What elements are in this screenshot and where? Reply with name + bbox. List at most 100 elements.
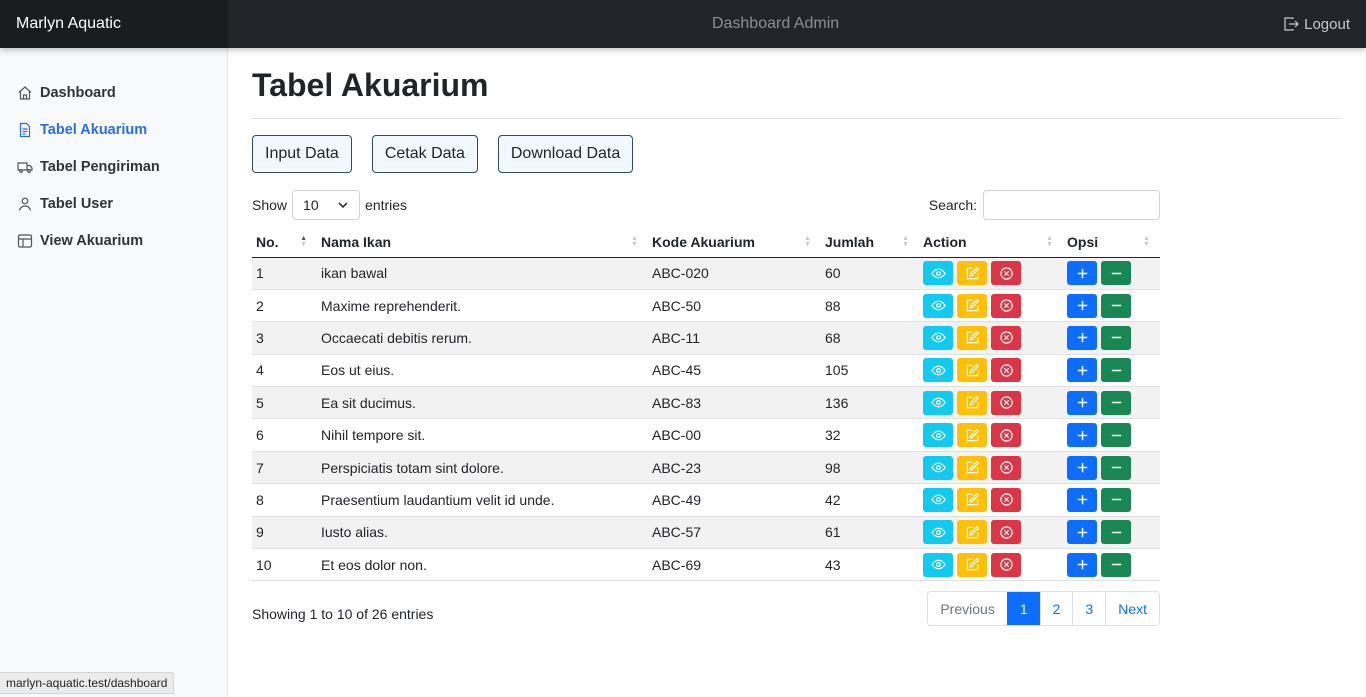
add-stock-button[interactable] xyxy=(1067,358,1097,383)
edit-button[interactable] xyxy=(957,552,987,577)
cetak-data-button[interactable]: Cetak Data xyxy=(371,135,478,173)
column-header-jumlah[interactable]: Jumlah ▲ ▼ xyxy=(821,227,919,258)
view-button[interactable] xyxy=(923,423,953,448)
pagination-previous[interactable]: Previous xyxy=(928,592,1007,626)
page-title: Tabel Akuarium xyxy=(252,67,489,103)
column-header-no[interactable]: No. ▲ ▼ xyxy=(252,227,317,258)
pagination-page-3[interactable]: 3 xyxy=(1072,592,1106,626)
edit-button[interactable] xyxy=(957,520,987,545)
page-length-select[interactable]: 10 xyxy=(292,190,361,220)
datatable-footer: Showing 1 to 10 of 26 entries Previous 1… xyxy=(252,591,1160,627)
cell-jumlah: 88 xyxy=(821,289,919,323)
add-stock-button[interactable] xyxy=(1067,423,1097,448)
delete-button[interactable] xyxy=(991,455,1021,480)
input-data-button[interactable]: Input Data xyxy=(252,135,352,173)
add-stock-button[interactable] xyxy=(1067,455,1097,480)
reduce-stock-button[interactable] xyxy=(1101,520,1131,545)
sidebar-item-tabel-user[interactable]: Tabel User xyxy=(0,185,227,222)
edit-button[interactable] xyxy=(957,293,987,318)
reduce-stock-button[interactable] xyxy=(1101,325,1131,350)
cell-no: 6 xyxy=(252,418,317,452)
cell-nama-ikan: Praesentium laudantium velit id unde. xyxy=(317,483,648,517)
edit-button[interactable] xyxy=(957,423,987,448)
sidebar-item-tabel-pengiriman[interactable]: Tabel Pengiriman xyxy=(0,148,227,185)
minus-icon xyxy=(1109,557,1124,572)
logout-link[interactable]: Logout xyxy=(1283,16,1366,33)
column-header-nama-ikan[interactable]: Nama Ikan ▲ ▼ xyxy=(317,227,648,258)
view-button[interactable] xyxy=(923,358,953,383)
delete-button[interactable] xyxy=(991,520,1021,545)
edit-button[interactable] xyxy=(957,390,987,415)
table-icon xyxy=(17,233,33,249)
reduce-stock-button[interactable] xyxy=(1101,390,1131,415)
reduce-stock-button[interactable] xyxy=(1101,261,1131,286)
reduce-stock-button[interactable] xyxy=(1101,455,1131,480)
add-stock-button[interactable] xyxy=(1067,261,1097,286)
cell-nama-ikan: ikan bawal xyxy=(317,257,648,290)
edit-button[interactable] xyxy=(957,487,987,512)
x-circle-icon xyxy=(999,266,1014,281)
pagination-page-2[interactable]: 2 xyxy=(1039,592,1073,626)
pagination: Previous 1 2 3 Next xyxy=(927,591,1160,627)
column-header-kode-akuarium[interactable]: Kode Akuarium ▲ ▼ xyxy=(648,227,821,258)
sidebar-item-dashboard[interactable]: Dashboard xyxy=(0,74,227,111)
cell-kode-akuarium: ABC-69 xyxy=(648,548,821,582)
edit-button[interactable] xyxy=(957,455,987,480)
status-bar-url: marlyn-aquatic.test/dashboard xyxy=(0,672,175,694)
logout-icon xyxy=(1283,16,1299,32)
add-stock-button[interactable] xyxy=(1067,487,1097,512)
pagination-next[interactable]: Next xyxy=(1105,592,1159,626)
sidebar-item-view-akuarium[interactable]: View Akuarium xyxy=(0,222,227,259)
edit-button[interactable] xyxy=(957,261,987,286)
delete-button[interactable] xyxy=(991,487,1021,512)
cell-kode-akuarium: ABC-49 xyxy=(648,483,821,517)
edit-button[interactable] xyxy=(957,358,987,383)
add-stock-button[interactable] xyxy=(1067,390,1097,415)
delete-button[interactable] xyxy=(991,390,1021,415)
sidebar-item-tabel-akuarium[interactable]: Tabel Akuarium xyxy=(0,111,227,148)
column-header-opsi[interactable]: Opsi ▲ ▼ xyxy=(1063,227,1160,258)
add-stock-button[interactable] xyxy=(1067,552,1097,577)
sort-icon: ▲ ▼ xyxy=(300,235,307,248)
view-button[interactable] xyxy=(923,520,953,545)
view-button[interactable] xyxy=(923,325,953,350)
reduce-stock-button[interactable] xyxy=(1101,358,1131,383)
person-icon xyxy=(17,196,33,212)
table-info: Showing 1 to 10 of 26 entries xyxy=(252,605,434,622)
add-stock-button[interactable] xyxy=(1067,293,1097,318)
view-button[interactable] xyxy=(923,552,953,577)
truck-icon xyxy=(17,159,33,175)
delete-button[interactable] xyxy=(991,293,1021,318)
edit-button[interactable] xyxy=(957,325,987,350)
view-button[interactable] xyxy=(923,455,953,480)
sidebar-item-label: Tabel Akuarium xyxy=(40,121,148,138)
reduce-stock-button[interactable] xyxy=(1101,423,1131,448)
pagination-page-1[interactable]: 1 xyxy=(1006,592,1040,626)
view-button[interactable] xyxy=(923,261,953,286)
brand-name[interactable]: Marlyn Aquatic xyxy=(0,0,228,48)
cell-kode-akuarium: ABC-23 xyxy=(648,451,821,485)
reduce-stock-button[interactable] xyxy=(1101,293,1131,318)
add-stock-button[interactable] xyxy=(1067,325,1097,350)
download-data-button[interactable]: Download Data xyxy=(497,135,634,173)
table-row: 5 Ea sit ducimus. ABC-83 136 xyxy=(252,386,1160,420)
table-row: 3 Occaecati debitis rerum. ABC-11 68 xyxy=(252,321,1160,355)
edit-icon xyxy=(965,428,980,443)
view-button[interactable] xyxy=(923,487,953,512)
view-button[interactable] xyxy=(923,293,953,318)
edit-icon xyxy=(965,363,980,378)
reduce-stock-button[interactable] xyxy=(1101,552,1131,577)
reduce-stock-button[interactable] xyxy=(1101,487,1131,512)
search-input[interactable] xyxy=(983,190,1160,220)
column-header-action[interactable]: Action ▲ ▼ xyxy=(919,227,1063,258)
view-button[interactable] xyxy=(923,390,953,415)
delete-button[interactable] xyxy=(991,325,1021,350)
add-stock-button[interactable] xyxy=(1067,520,1097,545)
eye-icon xyxy=(930,298,946,313)
delete-button[interactable] xyxy=(991,261,1021,286)
delete-button[interactable] xyxy=(991,552,1021,577)
delete-button[interactable] xyxy=(991,423,1021,448)
delete-button[interactable] xyxy=(991,358,1021,383)
cell-nama-ikan: Occaecati debitis rerum. xyxy=(317,321,648,355)
cell-no: 10 xyxy=(252,548,317,582)
